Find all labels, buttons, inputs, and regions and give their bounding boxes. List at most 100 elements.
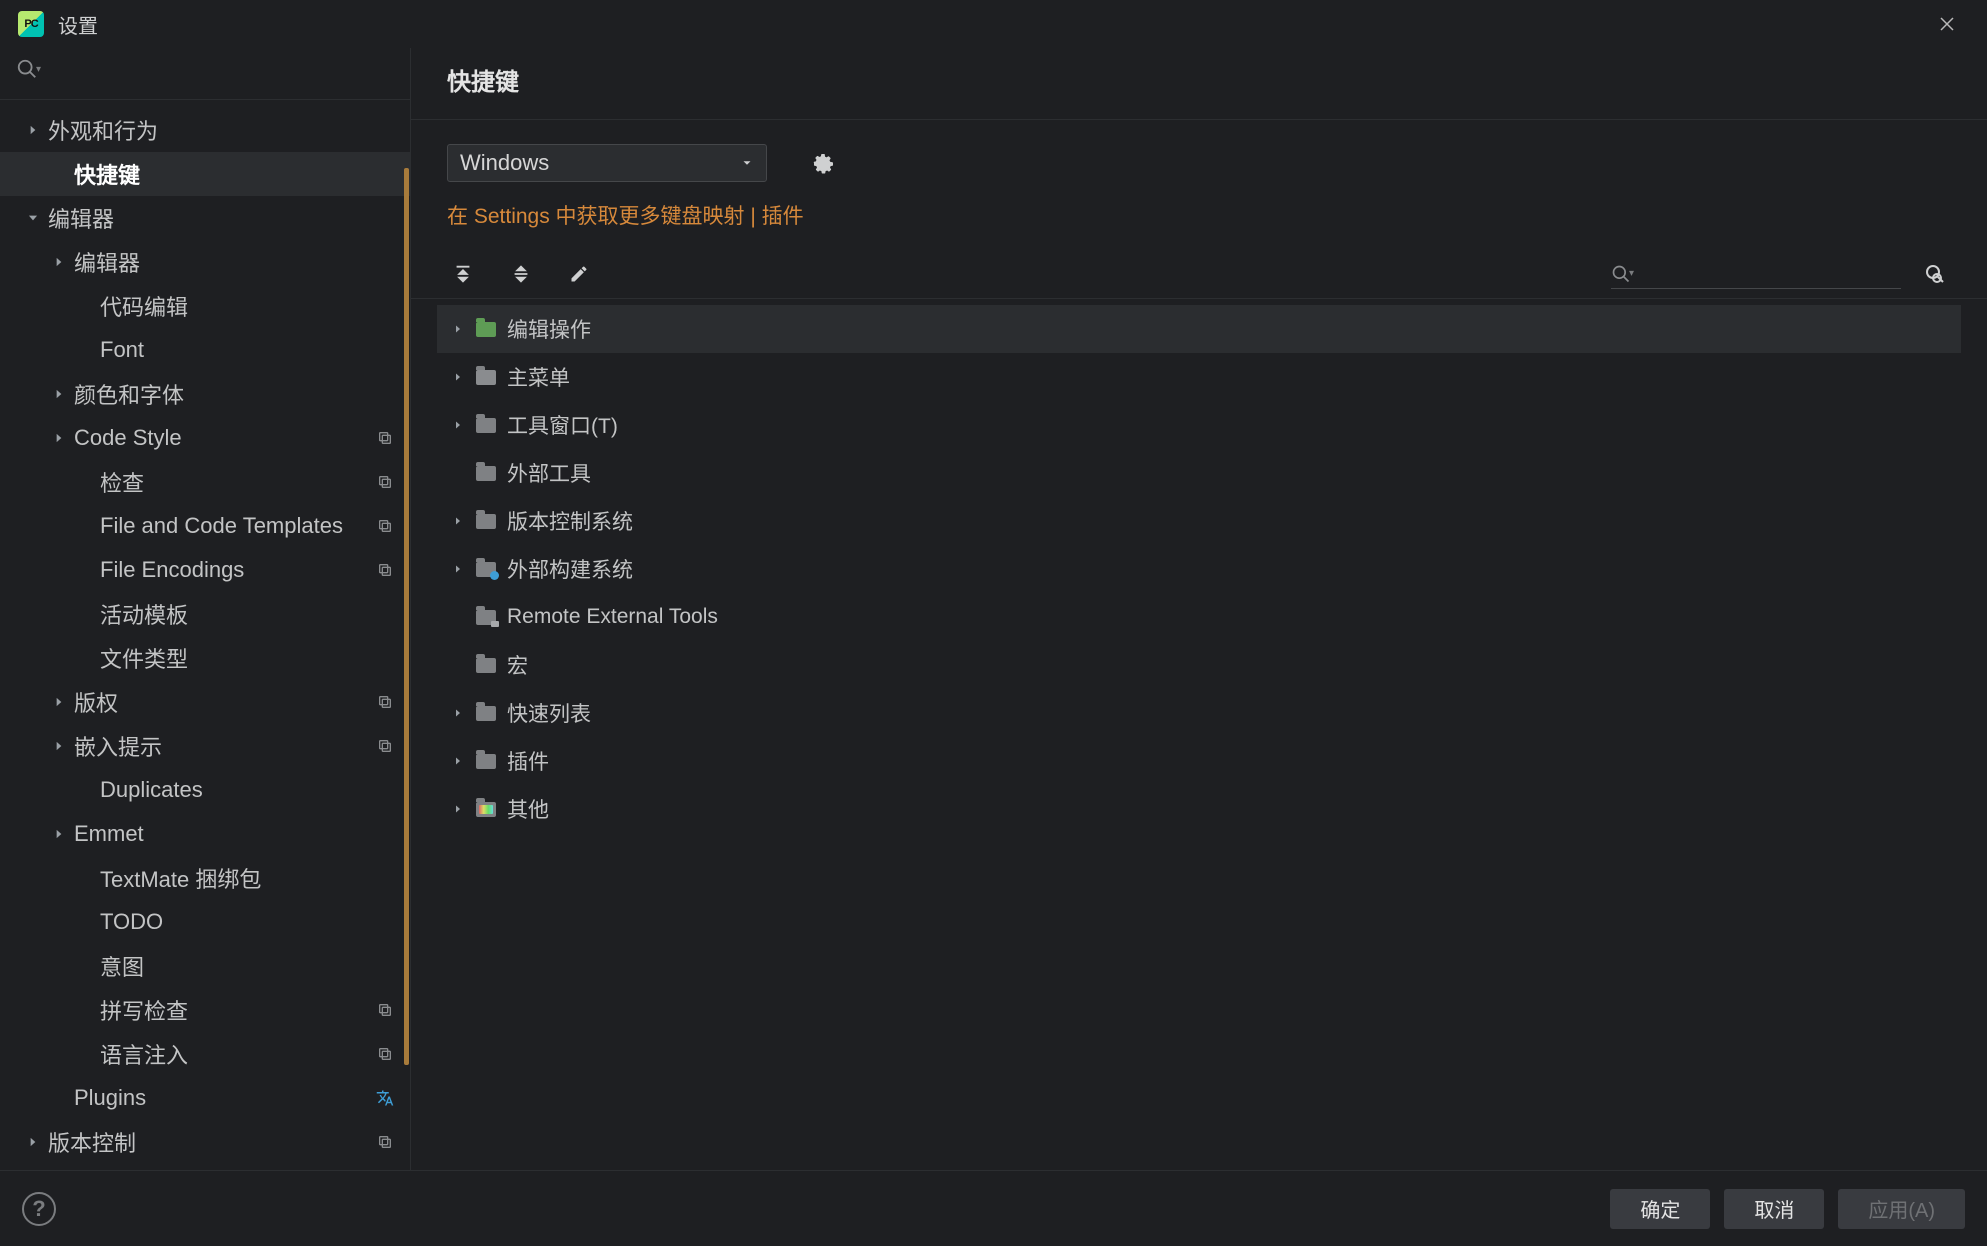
- chevron-icon: [20, 1135, 46, 1149]
- collapse-all-button[interactable]: [505, 258, 537, 290]
- tree-item-0[interactable]: 编辑操作: [437, 305, 1961, 353]
- sidebar-item-label: 嵌入提示: [72, 730, 374, 762]
- chevron-icon: [46, 431, 72, 445]
- sidebar-item-23[interactable]: 版本控制: [0, 1120, 410, 1164]
- sidebar-item-label: File Encodings: [98, 557, 374, 583]
- folder-icon: [471, 706, 501, 721]
- scope-icon: [374, 1002, 396, 1018]
- tree-item-label: 宏: [507, 650, 528, 680]
- sidebar-item-7[interactable]: Code Style: [0, 416, 410, 460]
- chevron-icon: [445, 371, 471, 383]
- search-icon[interactable]: ▾: [16, 58, 41, 80]
- tree-item-label: 工具窗口(T): [507, 410, 618, 440]
- tree-item-label: 版本控制系统: [507, 506, 633, 536]
- chevron-icon: [445, 419, 471, 431]
- chevron-icon: [445, 707, 471, 719]
- sidebar-item-15[interactable]: Duplicates: [0, 768, 410, 812]
- help-button[interactable]: ?: [22, 1192, 56, 1226]
- tree-item-10[interactable]: 其他: [437, 785, 1961, 833]
- tree-item-6[interactable]: Remote External Tools: [437, 593, 1961, 641]
- sidebar-item-22[interactable]: Plugins: [0, 1076, 410, 1120]
- sidebar-item-6[interactable]: 颜色和字体: [0, 372, 410, 416]
- sidebar-item-label: File and Code Templates: [98, 513, 374, 539]
- cancel-button[interactable]: 取消: [1724, 1189, 1824, 1229]
- sidebar-item-4[interactable]: 代码编辑: [0, 284, 410, 328]
- sidebar-item-3[interactable]: 编辑器: [0, 240, 410, 284]
- chevron-icon: [46, 827, 72, 841]
- tree-item-1[interactable]: 主菜单: [437, 353, 1961, 401]
- sidebar-item-20[interactable]: 拼写检查: [0, 988, 410, 1032]
- scope-icon: [374, 518, 396, 534]
- sidebar-item-label: 编辑器: [46, 202, 374, 234]
- sidebar-item-19[interactable]: 意图: [0, 944, 410, 988]
- keymap-select[interactable]: Windows: [447, 144, 767, 182]
- sidebar-item-label: 语言注入: [98, 1038, 374, 1070]
- keymap-select-value: Windows: [460, 150, 549, 176]
- sidebar-item-10[interactable]: File Encodings: [0, 548, 410, 592]
- sidebar-item-label: 外观和行为: [46, 114, 374, 146]
- sidebar-item-1[interactable]: 快捷键: [0, 152, 410, 196]
- sidebar-item-18[interactable]: TODO: [0, 900, 410, 944]
- app-icon: [18, 11, 44, 37]
- ok-button[interactable]: 确定: [1610, 1189, 1710, 1229]
- sidebar-item-12[interactable]: 文件类型: [0, 636, 410, 680]
- tree-item-8[interactable]: 快速列表: [437, 689, 1961, 737]
- sidebar-item-label: Font: [98, 337, 374, 363]
- sidebar-item-label: Code Style: [72, 425, 374, 451]
- sidebar-item-label: Emmet: [72, 821, 374, 847]
- tree-item-label: 主菜单: [507, 362, 570, 392]
- expand-all-button[interactable]: [447, 258, 479, 290]
- chevron-icon: [46, 695, 72, 709]
- apply-button[interactable]: 应用(A): [1838, 1189, 1965, 1229]
- tree-item-label: 其他: [507, 794, 549, 824]
- page-title: 快捷键: [411, 62, 1987, 120]
- sidebar-item-label: 颜色和字体: [72, 378, 374, 410]
- sidebar-item-14[interactable]: 嵌入提示: [0, 724, 410, 768]
- folder-icon: [471, 418, 501, 433]
- chevron-icon: [445, 803, 471, 815]
- tree-item-5[interactable]: 外部构建系统: [437, 545, 1961, 593]
- folder-icon: [471, 466, 501, 481]
- scope-icon: [374, 1046, 396, 1062]
- sidebar-item-label: 版本控制: [46, 1126, 374, 1158]
- sidebar-item-5[interactable]: Font: [0, 328, 410, 372]
- tree-item-label: 外部构建系统: [507, 554, 633, 584]
- sidebar-item-16[interactable]: Emmet: [0, 812, 410, 856]
- sidebar-item-8[interactable]: 检查: [0, 460, 410, 504]
- edit-shortcut-button[interactable]: [563, 258, 595, 290]
- sidebar-item-17[interactable]: TextMate 捆绑包: [0, 856, 410, 900]
- sidebar-item-2[interactable]: 编辑器: [0, 196, 410, 240]
- tree-item-7[interactable]: 宏: [437, 641, 1961, 689]
- plugins-hint-link[interactable]: 在 Settings 中获取更多键盘映射 | 插件: [411, 196, 1987, 248]
- sidebar-item-11[interactable]: 活动模板: [0, 592, 410, 636]
- tree-item-3[interactable]: 外部工具: [437, 449, 1961, 497]
- tree-item-9[interactable]: 插件: [437, 737, 1961, 785]
- sidebar-item-21[interactable]: 语言注入: [0, 1032, 410, 1076]
- chevron-icon: [445, 515, 471, 527]
- action-search-input[interactable]: ▾: [1611, 259, 1901, 289]
- tree-item-4[interactable]: 版本控制系统: [437, 497, 1961, 545]
- tree-item-label: 编辑操作: [507, 314, 591, 344]
- scope-icon: [374, 738, 396, 754]
- settings-sidebar: ▾ 外观和行为快捷键编辑器编辑器代码编辑Font颜色和字体Code Style检…: [0, 48, 411, 1170]
- chevron-icon: [46, 739, 72, 753]
- chevron-icon: [20, 123, 46, 137]
- sidebar-item-label: Plugins: [72, 1085, 374, 1111]
- tree-item-label: Remote External Tools: [507, 605, 718, 629]
- keymap-settings-button[interactable]: [805, 145, 841, 181]
- scope-icon: [374, 562, 396, 578]
- sidebar-item-label: 代码编辑: [98, 290, 374, 322]
- sidebar-item-0[interactable]: 外观和行为: [0, 108, 410, 152]
- tree-item-2[interactable]: 工具窗口(T): [437, 401, 1961, 449]
- folder-icon: [471, 514, 501, 529]
- find-by-shortcut-button[interactable]: [1919, 258, 1951, 290]
- translate-icon: [374, 1089, 396, 1107]
- tree-item-label: 快速列表: [507, 698, 591, 728]
- sidebar-item-13[interactable]: 版权: [0, 680, 410, 724]
- sidebar-item-9[interactable]: File and Code Templates: [0, 504, 410, 548]
- close-button[interactable]: [1925, 2, 1969, 46]
- sidebar-item-label: 编辑器: [72, 246, 374, 278]
- scope-icon: [374, 1134, 396, 1150]
- chevron-icon: [445, 563, 471, 575]
- scope-icon: [374, 474, 396, 490]
